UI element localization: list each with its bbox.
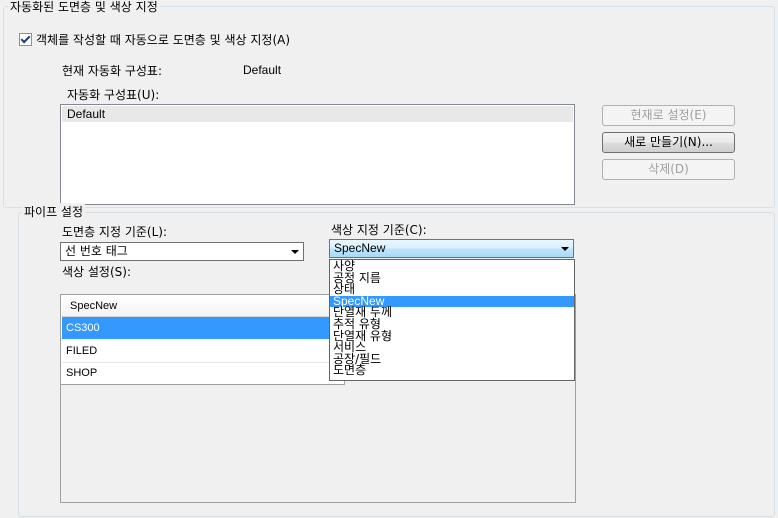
color-basis-label: 색상 지정 기준(C): xyxy=(331,223,427,237)
scheme-item-default[interactable]: Default xyxy=(62,106,573,122)
auto-assign-checkbox[interactable] xyxy=(19,33,32,46)
list-item[interactable]: 도면층 xyxy=(330,365,574,377)
list-item[interactable]: 단열재 유형 xyxy=(330,330,574,343)
layer-basis-label: 도면층 지정 기준(L): xyxy=(62,225,168,239)
layer-basis-combo[interactable]: 선 번호 태그 xyxy=(60,242,304,261)
color-basis-value: SpecNew xyxy=(334,241,386,255)
pipe-settings-title: 파이프 설정 xyxy=(22,203,86,220)
schemes-listbox[interactable]: Default xyxy=(60,104,575,205)
list-item[interactable]: 공장/필드 xyxy=(330,353,574,366)
set-current-button[interactable]: 현재로 설정(E) xyxy=(602,105,735,126)
chevron-down-icon xyxy=(561,247,569,251)
color-settings-grid[interactable]: SpecNew CS300 FILED SHOP xyxy=(60,294,345,385)
color-settings-label: 색상 설정(S): xyxy=(62,265,131,279)
delete-button[interactable]: 삭제(D) xyxy=(602,159,735,180)
table-row[interactable]: CS300 xyxy=(62,317,343,339)
color-basis-combo[interactable]: SpecNew xyxy=(329,239,574,258)
current-scheme-label: 현재 자동화 구성표: xyxy=(62,64,162,78)
current-scheme-value: Default xyxy=(243,63,282,77)
color-basis-dropdown-list[interactable]: 사양 공정 지름 상태 SpecNew 단열재 두께 추적 유형 단열재 유형 … xyxy=(329,259,575,381)
new-button[interactable]: 새로 만들기(N)... xyxy=(602,132,735,153)
table-row[interactable]: FILED xyxy=(62,340,343,363)
layer-basis-value: 선 번호 태그 xyxy=(65,244,128,258)
auto-layer-group-title: 자동화된 도면층 및 색상 지정 xyxy=(8,0,160,15)
auto-assign-checkbox-label[interactable]: 객체를 작성할 때 자동으로 도면층 및 색상 지정(A) xyxy=(36,31,290,48)
color-settings-header[interactable]: SpecNew xyxy=(62,296,343,317)
list-item[interactable]: 공정 지름 xyxy=(330,272,574,285)
table-row[interactable]: SHOP xyxy=(62,362,343,384)
chevron-down-icon xyxy=(291,250,299,254)
schemes-label: 자동화 구성표(U): xyxy=(67,88,160,102)
